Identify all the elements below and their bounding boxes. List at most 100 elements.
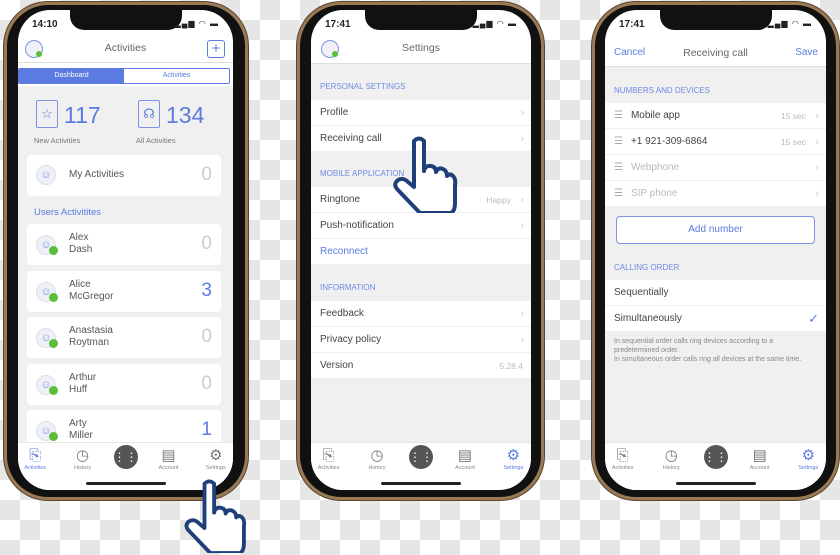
dialpad-button[interactable]: ⋮⋮ [113, 445, 138, 469]
calling-order-option[interactable]: Simultaneously ✓ [605, 306, 826, 332]
row-label: Version [320, 360, 354, 371]
my-activities-count: 0 [201, 164, 212, 185]
online-status-dot [49, 432, 58, 441]
last-name: McGregor [69, 290, 114, 302]
device-row[interactable]: ☰ SIP phone › [605, 181, 826, 207]
settings-row-push-notification[interactable]: Push-notification › [311, 213, 531, 239]
tab-settings[interactable]: ⚙ Settings [196, 447, 233, 471]
first-name: Anastasia [69, 325, 113, 336]
activity-count: 3 [201, 279, 212, 301]
home-indicator [675, 482, 756, 485]
drag-handle-icon[interactable]: ☰ [614, 188, 623, 199]
tab-settings[interactable]: ⚙ Settings [788, 447, 826, 471]
status-icons: ▂▄▆ ◠ ▬ [472, 19, 517, 28]
calling-order-heading: CALLING ORDER [614, 263, 680, 272]
add-button[interactable]: + [207, 40, 225, 58]
device-label: Webphone [630, 162, 680, 173]
settings-row-profile[interactable]: Profile › [311, 100, 531, 126]
settings-screen: 17:41 ▂▄▆ ◠ ▬ Settings PERSONAL SETTINGS… [311, 10, 531, 490]
tab-activities[interactable]: ⎘ Activities [18, 447, 55, 471]
contact-card-icon: ▤ [457, 447, 473, 464]
ring-duration: 15 sec [780, 137, 806, 147]
row-label: Push-notification [320, 220, 394, 231]
first-name: Arthur [69, 371, 97, 383]
clipboard-icon: ⎘ [29, 447, 42, 464]
chevron-right-icon: › [520, 107, 524, 119]
activities-screen: 14:10 ▂▄▆ ◠ ▬ Activities + Dashboard Act… [18, 10, 233, 490]
row-value: Happy [486, 195, 511, 205]
tab-label: Activities [24, 465, 47, 471]
tab-settings[interactable]: ⚙ Settings [493, 447, 531, 471]
settings-row-feedback[interactable]: Feedback › [311, 301, 531, 327]
activity-count: 1 [201, 419, 212, 440]
tab-history[interactable]: ◷ History [63, 447, 103, 471]
user-activity-card[interactable]: ☺ Arthur Huff 0 [27, 363, 221, 405]
segment-activities[interactable]: Activities [124, 69, 229, 83]
drag-handle-icon[interactable]: ☰ [614, 110, 623, 121]
tab-account[interactable]: ▤ Account [149, 447, 189, 471]
user-activity-card[interactable]: ☺ Anastasia Roytman 0 [27, 317, 221, 358]
device-label: SIP phone [630, 188, 678, 199]
page-title: Settings [402, 42, 440, 54]
tab-history[interactable]: ◷ History [357, 447, 397, 471]
tab-activities[interactable]: ⎘ Activities [605, 447, 643, 471]
online-status-dot [49, 292, 58, 302]
add-number-button[interactable]: Add number [616, 216, 815, 244]
section-heading: INFORMATION [320, 283, 376, 292]
numbers-devices-heading: NUMBERS AND DEVICES [614, 86, 711, 95]
stat-label: New Activities [34, 136, 81, 145]
settings-row-version[interactable]: Version 5.28.4 [311, 353, 531, 379]
clipboard-headset-icon: ☊ [138, 100, 160, 128]
home-indicator [381, 482, 461, 485]
settings-row-reconnect[interactable]: Reconnect [311, 239, 531, 265]
user-name: Anastasia Roytman [69, 325, 113, 349]
tab-label: Settings [205, 465, 226, 471]
drag-handle-icon[interactable]: ☰ [614, 162, 623, 173]
online-status-dot [49, 339, 58, 348]
dialpad-button[interactable]: ⋮⋮ [703, 445, 728, 469]
stat-label: All Activities [136, 136, 176, 145]
row-label: Reconnect [320, 246, 368, 257]
row-label: Feedback [320, 308, 364, 319]
user-activity-card[interactable]: ☺ Alice McGregor 3 [27, 270, 221, 312]
segment-dashboard[interactable]: Dashboard [19, 69, 124, 83]
dialpad-button[interactable]: ⋮⋮ [409, 445, 433, 469]
my-activities-label: My Activities [69, 169, 125, 180]
device-label: +1 921-309-6864 [630, 136, 708, 147]
tab-history[interactable]: ◷ History [651, 447, 691, 471]
chevron-right-icon: › [815, 162, 819, 174]
last-name: Roytman [69, 337, 110, 348]
status-icons: ▂▄▆ ◠ ▬ [174, 19, 219, 28]
chevron-right-icon: › [520, 133, 524, 145]
description-line: In sequential order calls ring devices a… [614, 338, 774, 354]
tab-account[interactable]: ▤ Account [740, 447, 780, 471]
user-name: Alex Dash [69, 232, 92, 256]
home-indicator [85, 482, 166, 485]
tab-label: Settings [503, 465, 524, 471]
segmented-control: Dashboard Activities [18, 68, 230, 84]
device-row[interactable]: ☰ Webphone › [605, 155, 826, 181]
ring-duration: 15 sec [780, 111, 806, 121]
tab-account[interactable]: ▤ Account [445, 447, 485, 471]
gear-icon: ⚙ [506, 447, 521, 464]
my-activities-card[interactable]: ☺ My Activities 0 [27, 155, 221, 196]
status-time: 17:41 [619, 19, 645, 30]
drag-handle-icon[interactable]: ☰ [614, 136, 623, 147]
row-label: Privacy policy [320, 334, 382, 345]
gear-icon: ⚙ [209, 447, 223, 464]
user-activity-card[interactable]: ☺ Alex Dash 0 [27, 224, 221, 265]
chevron-right-icon: › [520, 194, 524, 206]
user-icon: ☺ [36, 165, 56, 185]
device-row[interactable]: ☰ +1 921-309-6864 15 sec › [605, 129, 826, 155]
save-button[interactable]: Save [795, 47, 818, 58]
tab-activities[interactable]: ⎘ Activities [311, 447, 349, 471]
tab-label: Account [455, 465, 475, 471]
tab-label: Account [158, 465, 179, 471]
device-row[interactable]: ☰ Mobile app 15 sec › [605, 103, 826, 129]
first-name: Arty [69, 418, 87, 429]
row-label: Ringtone [320, 194, 361, 205]
settings-row-privacy-policy[interactable]: Privacy policy › [311, 327, 531, 353]
option-label: Sequentially [614, 287, 669, 298]
clipboard-star-icon: ☆ [36, 100, 58, 128]
calling-order-option[interactable]: Sequentially [605, 280, 826, 306]
